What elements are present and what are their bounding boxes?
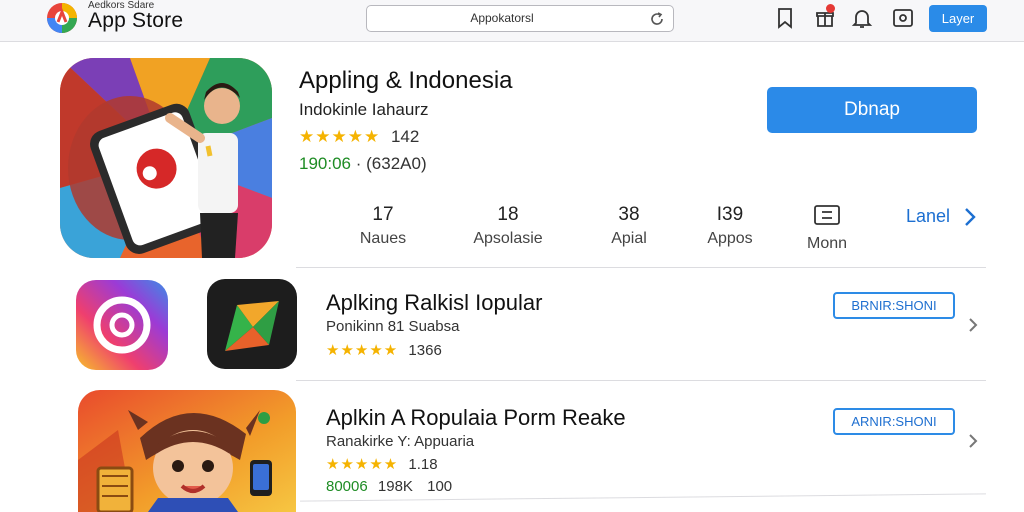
search-bar[interactable]: Appokatorsl [366, 5, 674, 32]
featured-app-developer[interactable]: Indokinle Iahaurz [299, 100, 428, 120]
list-app-developer: Ranakirke Y: Appuaria [326, 433, 475, 450]
app-downloads: 198K [377, 478, 413, 495]
app-store-logo-icon[interactable] [46, 2, 78, 34]
star-rating: ★★★★★ [326, 342, 399, 359]
featured-app-icon[interactable] [60, 58, 272, 258]
app-size: 80006 [326, 478, 368, 495]
stat-reviews: 17 Naues [323, 204, 443, 248]
list-app-icon-arrow[interactable] [207, 279, 297, 369]
divider [296, 380, 986, 381]
rating-count: 1.18 [408, 456, 438, 473]
stat-label: Naues [359, 230, 407, 247]
get-button-row-1[interactable]: BRNIR:SHONI [833, 292, 955, 319]
get-button-row-2[interactable]: ARNIR:SHONI [833, 408, 955, 435]
game-app-artwork [78, 390, 296, 512]
stat-value: 17 [372, 204, 394, 225]
bookmark-icon[interactable] [773, 6, 797, 30]
account-icon[interactable] [891, 6, 915, 30]
chevron-right-icon[interactable] [967, 432, 979, 450]
stat-label: Monn [806, 235, 848, 252]
list-app-title[interactable]: Aplkin A Ropulaia Porm Reake [326, 405, 626, 431]
camera-app-artwork [76, 280, 168, 370]
app-price: (632A0) [366, 154, 427, 173]
more-link[interactable]: Lanel [906, 206, 950, 227]
star-rating: ★★★★★ [299, 127, 381, 146]
search-input[interactable]: Appokatorsl [367, 11, 637, 25]
featured-app-title[interactable]: Appling & Indonesia [299, 67, 513, 95]
chevron-right-icon[interactable] [963, 206, 977, 228]
list-app-icon-game[interactable] [78, 390, 296, 512]
layer-button[interactable]: Layer [929, 5, 987, 32]
rating-count: 1366 [408, 342, 442, 359]
rating-count: 142 [390, 127, 420, 146]
chevron-right-icon[interactable] [967, 316, 979, 334]
star-rating: ★★★★★ [326, 456, 399, 473]
arrow-app-artwork [207, 279, 297, 369]
get-button[interactable]: Dbnap [767, 87, 977, 133]
notification-bell-icon[interactable] [850, 6, 874, 30]
notification-badge [826, 4, 835, 13]
top-bar: Aedkors Sdare App Store Appokatorsl Laye… [0, 0, 1024, 42]
list-app-rating: ★★★★★ 1.18 [326, 455, 438, 473]
grid-icon [814, 205, 840, 225]
list-app-meta: 80006 198K 100 [326, 478, 452, 495]
app-size: 190:06 [299, 154, 351, 173]
app-count: 100 [427, 478, 453, 495]
logo-title[interactable]: App Store [88, 9, 183, 33]
featured-app-rating: ★★★★★ 142 [299, 127, 419, 147]
list-app-developer: Ponikinn 81 Suabsa [326, 318, 460, 335]
featured-app-artwork [60, 58, 272, 258]
refresh-icon[interactable] [648, 10, 666, 28]
list-app-title[interactable]: Aplking Ralkisl Iopular [326, 290, 542, 316]
list-app-rating: ★★★★★ 1366 [326, 341, 442, 359]
stat-more: Monn [767, 204, 887, 253]
meta-separator: · [355, 154, 367, 173]
list-app-icon-camera[interactable] [76, 280, 168, 370]
featured-app-meta: 190:06 · (632A0) [299, 154, 427, 174]
stat-value: 18 [497, 204, 519, 225]
stat-label: Apsolasie [473, 230, 543, 247]
stat-category: 18 Apsolasie [448, 204, 568, 248]
divider [296, 267, 986, 268]
